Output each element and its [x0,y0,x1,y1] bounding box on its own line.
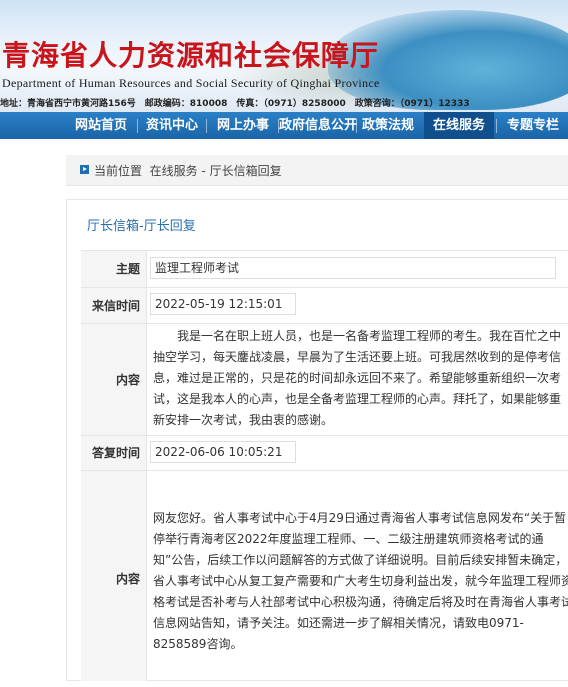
sent-time-field: 2022-05-19 12:15:01 [150,293,296,315]
reply-content-label: 内容 [81,471,147,681]
nav-item-special-topics[interactable]: 专题专栏 [498,112,568,139]
nav-item-gov-info[interactable]: 政府信息公开 [279,112,357,139]
site-title-english: Department of Human Resources and Social… [2,76,380,90]
contact-info: 地址：青海省西宁市黄河路156号 邮政编码：810008 传真：（0971）82… [0,99,470,109]
nav-item-online-service-active[interactable]: 在线服务 [424,112,494,139]
reply-time-label: 答复时间 [81,436,147,471]
nav-item-news[interactable]: 资讯中心 [139,112,205,139]
nav-item-online-services[interactable]: 网上办事 [208,112,278,139]
mailbox-reply-panel: 厅长信箱-厅长回复 主题 监理工程师考试 来信时间 2022-05-19 12:… [66,199,568,681]
subject-label: 主题 [81,251,147,288]
reply-time-field: 2022-06-06 10:05:21 [150,441,296,463]
nav-divider [137,119,138,133]
nav-divider [496,119,497,133]
main-nav: 网站首页 资讯中心 网上办事 政府信息公开 政策法规 在线服务 专题专栏 [0,112,568,139]
site-title[interactable]: 青海省人力资源和社会保障厅 [2,34,379,74]
breadcrumb-prefix: 当前位置 [94,164,143,178]
breadcrumb-path[interactable]: 在线服务 - 厅长信箱回复 [150,164,282,178]
breadcrumb-arrow-icon [80,165,89,174]
subject-field: 监理工程师考试 [150,257,556,279]
reply-content-row: 内容 网友您好。省人事考试中心于4月29日通过青海省人事考试信息网发布“关于暂停… [81,470,568,681]
reply-content-text: 网友您好。省人事考试中心于4月29日通过青海省人事考试信息网发布“关于暂停举行青… [153,511,568,651]
reply-time-row: 答复时间 2022-06-06 10:05:21 [81,435,568,471]
sent-time-row: 来信时间 2022-05-19 12:15:01 [81,287,568,324]
nav-item-home[interactable]: 网站首页 [66,112,136,139]
letter-content-label: 内容 [81,324,147,436]
subject-row: 主题 监理工程师考试 [81,250,568,288]
panel-title: 厅长信箱-厅长回复 [87,219,196,234]
letter-content-text: 我是一名在职上班人员，也是一名备考监理工程师的考生。我在百忙之中抽空学习，每天鏖… [153,329,562,427]
breadcrumb: 当前位置 在线服务 - 厅长信箱回复 [66,155,568,186]
nav-item-policy[interactable]: 政策法规 [357,112,419,139]
breadcrumb-text: 当前位置 在线服务 - 厅长信箱回复 [94,162,282,179]
nav-divider [206,119,207,133]
sent-time-label: 来信时间 [81,288,147,324]
header-banner: 青海省人力资源和社会保障厅 Department of Human Resour… [0,0,568,112]
letter-content-row: 内容 我是一名在职上班人员，也是一名备考监理工程师的考生。我在百忙之中抽空学习，… [81,323,568,436]
